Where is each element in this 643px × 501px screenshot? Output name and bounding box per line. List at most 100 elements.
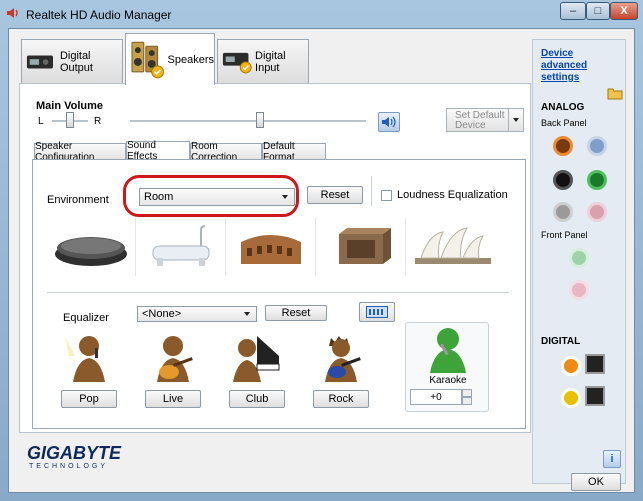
- pop-singer-icon: [65, 336, 105, 382]
- client-area: Digital Output Speakers Digital Input Ma…: [8, 28, 635, 493]
- tab-digital-input[interactable]: Digital Input: [217, 39, 309, 83]
- back-jack-pink[interactable]: [587, 202, 607, 222]
- karaoke-label: Karaoke: [429, 375, 467, 386]
- rock-guitarist-icon: [325, 336, 361, 382]
- stone-disc-icon: [55, 237, 127, 266]
- ok-button[interactable]: OK: [571, 473, 621, 491]
- guitarist-icon: [157, 336, 193, 382]
- environment-preset-stone[interactable]: [47, 218, 136, 276]
- digital-optical-out-jack[interactable]: [585, 354, 605, 374]
- front-jack-green[interactable]: [569, 248, 589, 268]
- rock-preset-figure[interactable]: [311, 332, 371, 384]
- back-jack-green[interactable]: [587, 170, 607, 190]
- environment-reset-label: Reset: [320, 189, 350, 201]
- environment-preset-concert-hall[interactable]: [407, 218, 497, 276]
- minimize-icon: –: [569, 5, 577, 17]
- maximize-button[interactable]: □: [586, 2, 610, 20]
- red-highlight-oval: [123, 175, 299, 217]
- speaker-app-icon: [7, 8, 18, 18]
- karaoke-value-field[interactable]: +0: [410, 389, 462, 405]
- digital-coax-out-jack[interactable]: [561, 356, 581, 376]
- environment-preset-bathroom[interactable]: [137, 218, 226, 276]
- back-jack-gray[interactable]: [553, 202, 573, 222]
- folder-icon[interactable]: [607, 86, 623, 100]
- graphic-equalizer-button[interactable]: [359, 302, 395, 322]
- equalizer-reset-label: Reset: [281, 307, 311, 319]
- equalizer-club-label: Club: [245, 393, 269, 405]
- equalizer-pop-label: Pop: [79, 393, 99, 405]
- equalizer-label: Equalizer: [63, 312, 109, 324]
- volume-slider-track[interactable]: [130, 120, 366, 122]
- back-jack-black[interactable]: [553, 170, 573, 190]
- speakers-page: Main Volume L R Set Default Device Speak…: [19, 83, 531, 433]
- environment-preset-room[interactable]: [317, 218, 406, 276]
- back-jack-blue[interactable]: [587, 136, 607, 156]
- close-icon: X: [620, 5, 628, 17]
- karaoke-spin-down[interactable]: [462, 397, 472, 405]
- separator: [371, 176, 372, 206]
- balance-left-label: L: [38, 116, 44, 127]
- digital-coax-in-jack[interactable]: [561, 388, 581, 408]
- equalizer-live-label: Live: [162, 393, 184, 405]
- analog-label: ANALOG: [541, 102, 585, 113]
- environment-preset-arena[interactable]: [227, 218, 316, 276]
- volume-slider-thumb[interactable]: [255, 112, 264, 128]
- environment-reset-button[interactable]: Reset: [307, 186, 363, 204]
- opera-house-icon: [415, 227, 491, 264]
- karaoke-box: Karaoke +0: [405, 322, 489, 412]
- tab-room-correction[interactable]: Room Correction: [190, 141, 262, 163]
- karaoke-spin-up[interactable]: [462, 389, 472, 397]
- chevron-down-icon: [513, 118, 519, 122]
- digital-optical-in-jack[interactable]: [585, 386, 605, 406]
- live-preset-figure[interactable]: [143, 332, 203, 384]
- pop-preset-figure[interactable]: [59, 332, 119, 384]
- environment-label: Environment: [47, 194, 109, 206]
- balance-slider-thumb[interactable]: [66, 112, 74, 128]
- tab-speakers[interactable]: Speakers: [125, 33, 215, 85]
- tab-speakers-label: Speakers: [167, 53, 214, 66]
- minimize-button[interactable]: –: [560, 2, 586, 20]
- room-box-icon: [339, 228, 391, 264]
- digital-input-device-icon: [222, 52, 252, 73]
- window-title: Realtek HD Audio Manager: [26, 8, 172, 22]
- sound-effects-panel: Environment Room Reset Loudness Equaliza…: [32, 159, 526, 429]
- tab-sound-effects-label: Sound Effects: [127, 139, 158, 162]
- tab-digital-input-label: Digital Input: [255, 49, 286, 74]
- tab-digital-output[interactable]: Digital Output: [21, 39, 123, 83]
- loudness-equalization-label[interactable]: Loudness Equalization: [397, 189, 508, 201]
- graphic-eq-icon: [366, 306, 388, 318]
- back-panel-label: Back Panel: [541, 118, 587, 128]
- colosseum-icon: [241, 235, 301, 264]
- equalizer-rock-button[interactable]: Rock: [313, 390, 369, 408]
- brand-logo: GIGABYTE: [27, 443, 122, 463]
- brand-tagline: TECHNOLOGY: [29, 463, 109, 470]
- tab-speaker-configuration[interactable]: Speaker Configuration: [34, 141, 126, 163]
- close-button[interactable]: X: [610, 2, 638, 20]
- info-button[interactable]: i: [603, 450, 621, 468]
- window: Realtek HD Audio Manager – □ X Digital O…: [0, 0, 643, 501]
- back-jack-orange[interactable]: [553, 136, 573, 156]
- equalizer-club-button[interactable]: Club: [229, 390, 285, 408]
- equalizer-select[interactable]: <None>: [137, 306, 257, 322]
- front-jack-pink[interactable]: [569, 280, 589, 300]
- equalizer-pop-button[interactable]: Pop: [61, 390, 117, 408]
- digital-label: DIGITAL: [541, 336, 581, 347]
- club-preset-figure[interactable]: [227, 332, 287, 384]
- connector-side-panel: Device advanced settings ANALOG Back Pan…: [532, 39, 626, 484]
- environment-presets-row: [47, 218, 499, 278]
- set-default-device-label: Set Default Device: [455, 110, 505, 131]
- equalizer-live-button[interactable]: Live: [145, 390, 201, 408]
- set-default-device-dropdown[interactable]: Set Default Device: [446, 108, 524, 132]
- tab-sound-effects[interactable]: Sound Effects: [126, 139, 190, 162]
- main-volume-title: Main Volume: [36, 100, 104, 112]
- karaoke-value: +0: [430, 391, 442, 403]
- pianist-icon: [233, 336, 280, 382]
- tab-default-format[interactable]: Default Format: [262, 141, 326, 163]
- equalizer-reset-button[interactable]: Reset: [265, 305, 327, 321]
- chevron-down-icon: [244, 312, 250, 316]
- loudness-equalization-checkbox[interactable]: [381, 190, 392, 201]
- mute-button[interactable]: [378, 112, 400, 132]
- equalizer-rock-label: Rock: [328, 393, 354, 405]
- device-advanced-settings-link[interactable]: Device advanced settings: [541, 48, 621, 84]
- karaoke-singer-icon: [430, 328, 466, 373]
